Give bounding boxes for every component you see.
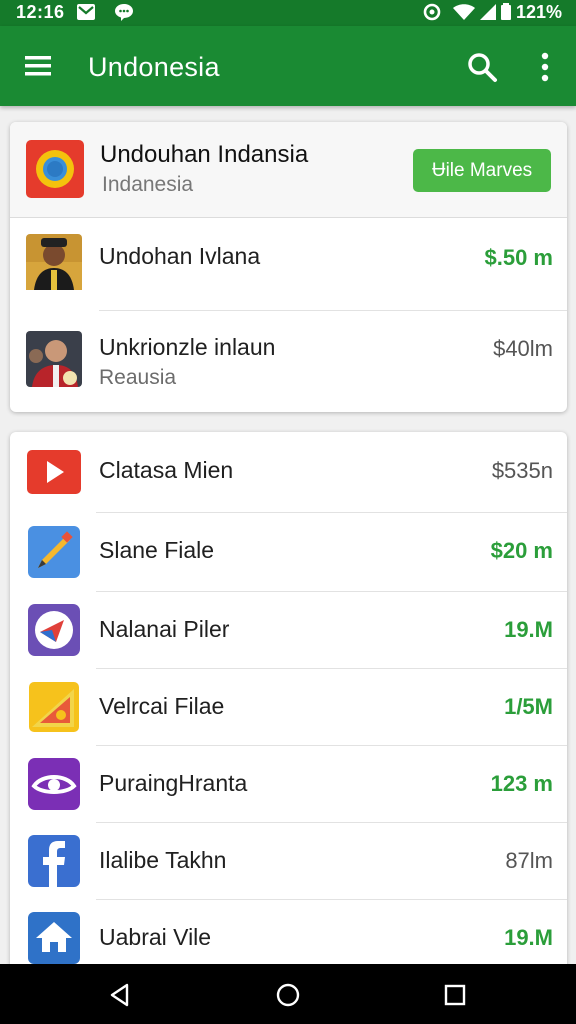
list-item[interactable]: Unkrionzle inlaun Reausia $40lm [10,311,567,412]
recents-icon[interactable] [442,982,468,1008]
app-list-card: Clatasa Mien $535n Slane Fiale $20 m Nal… [10,432,567,972]
item-subtitle: Reausia [99,366,177,389]
status-bar: 12:16 121% [0,0,576,26]
list-item[interactable]: Ilalibe Takhn 87lm [10,823,567,899]
item-size: 87lm [505,848,553,873]
list-item[interactable]: Uabrai Vile 19.M [10,900,567,972]
home-button-icon[interactable] [275,982,301,1008]
battery-percent: 121% [515,2,562,22]
featured-title: Undouhan Indansia [100,141,309,168]
list-item[interactable]: Slane Fiale $20 m [10,513,567,591]
item-name: Undohan Ivlana [99,243,261,269]
compass-icon [28,604,80,656]
list-item[interactable]: Nalanai Piler 19.M [10,592,567,668]
list-item[interactable]: Undohan Ivlana $.50 m [10,218,567,310]
item-size: 19.M [504,617,553,642]
video-play-icon [27,450,81,494]
item-name: PuraingHranta [99,770,248,796]
signal-icon [480,4,496,20]
system-nav-bar [0,964,576,1024]
eye-icon [28,758,80,810]
status-time: 12:16 [16,2,65,22]
sync-icon [423,3,441,21]
list-item[interactable]: PuraingHranta 123 m [10,746,567,822]
person-avatar-icon [26,331,82,387]
home-icon [28,912,80,964]
gmail-notification-icon [77,4,95,20]
facebook-icon [28,835,80,887]
list-item[interactable]: Clatasa Mien $535n [10,432,567,512]
featured-card: Undouhan Indansia Indanesia Ʉile Marves … [10,122,567,412]
item-size: 19.M [504,925,553,950]
search-icon[interactable] [462,47,502,87]
item-name: Uabrai Vile [99,924,212,950]
page-title: Undonesia [88,52,220,82]
item-size: $535n [491,458,553,483]
item-name: Ilalibe Takhn [99,847,227,873]
person-avatar-icon [26,234,82,290]
chat-notification-icon [115,4,133,21]
wifi-icon [453,4,475,20]
menu-icon[interactable] [18,46,58,86]
back-icon[interactable] [107,982,133,1008]
slides-icon [29,682,79,732]
featured-header[interactable]: Undouhan Indansia Indanesia Ʉile Marves [10,122,567,218]
pencil-app-icon [28,526,80,578]
app-bar: Undonesia [0,26,576,106]
list-item[interactable]: Velrcai Filae 1/5M [10,669,567,745]
more-options-icon[interactable] [525,47,565,87]
item-name: Velrcai Filae [99,693,225,719]
featured-action-button[interactable]: Ʉile Marves [413,149,551,192]
item-size: $40lm [493,336,553,361]
item-size: $.50 m [484,245,554,270]
item-name: Nalanai Piler [99,616,230,642]
item-size: $20 m [490,538,553,563]
item-name: Slane Fiale [99,537,215,563]
item-size: 1/5M [504,694,553,719]
item-size: 123 m [490,771,553,796]
battery-icon [501,3,511,20]
item-name: Unkrionzle inlaun [99,334,276,360]
chrome-app-icon [26,140,84,198]
item-name: Clatasa Mien [99,457,234,483]
featured-subtitle: Indanesia [102,173,194,196]
